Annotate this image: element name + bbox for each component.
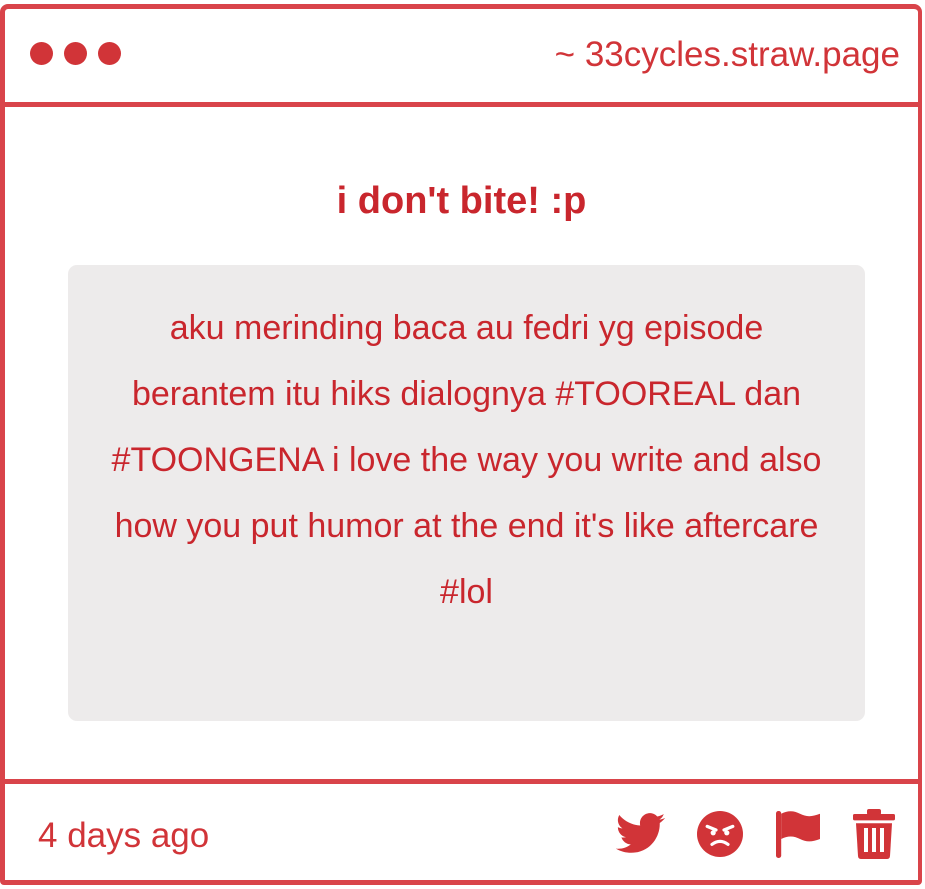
straw-page-card: ~ 33cycles.straw.page i don't bite! :p a… xyxy=(0,4,922,885)
post-content: i don't bite! :p aku merinding baca au f… xyxy=(5,107,918,779)
share-twitter-button[interactable] xyxy=(616,813,666,855)
window-dot-icon xyxy=(64,42,87,65)
post-actions xyxy=(586,808,896,860)
flag-icon xyxy=(776,811,820,858)
delete-button[interactable] xyxy=(852,808,896,860)
post-footer: 4 days ago xyxy=(5,779,918,880)
report-flag-button[interactable] xyxy=(774,809,822,859)
twitter-icon xyxy=(616,813,666,853)
answer-text: aku merinding baca au fedri yg episode b… xyxy=(111,309,822,611)
window-dot-icon xyxy=(98,42,121,65)
window-titlebar: ~ 33cycles.straw.page xyxy=(5,9,918,107)
window-dot-icon xyxy=(30,42,53,65)
page-url[interactable]: ~ 33cycles.straw.page xyxy=(555,33,900,77)
answer-box: aku merinding baca au fedri yg episode b… xyxy=(68,265,865,721)
post-timestamp: 4 days ago xyxy=(38,816,210,855)
trash-icon xyxy=(853,809,895,859)
question-text: i don't bite! :p xyxy=(336,180,587,222)
react-angry-button[interactable] xyxy=(696,810,744,858)
window-controls xyxy=(30,42,121,65)
angry-face-icon xyxy=(697,811,743,857)
